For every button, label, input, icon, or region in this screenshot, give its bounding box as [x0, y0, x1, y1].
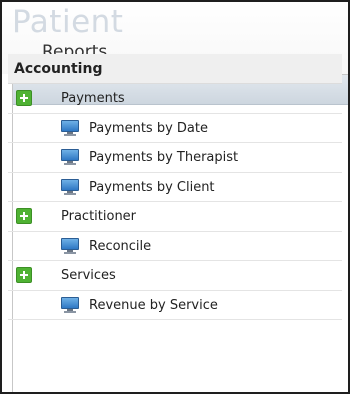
monitor-icon — [61, 296, 79, 313]
monitor-icon — [61, 178, 79, 195]
report-item-revenue-by-service[interactable]: Revenue by Service — [8, 291, 342, 320]
group-row-practitioner[interactable]: Practitioner — [8, 202, 342, 232]
group-row-payments[interactable]: Payments — [8, 84, 342, 114]
plus-icon[interactable] — [16, 267, 32, 283]
report-link[interactable]: Payments by Therapist — [89, 150, 238, 165]
report-item-payments-by-therapist[interactable]: Payments by Therapist — [8, 143, 342, 173]
report-link[interactable]: Payments by Client — [89, 180, 215, 195]
section-header-accounting: Accounting — [8, 54, 342, 84]
report-item-reconcile[interactable]: Reconcile — [8, 232, 342, 261]
monitor-icon — [61, 119, 79, 136]
monitor-icon — [61, 237, 79, 254]
plus-icon[interactable] — [16, 90, 32, 106]
report-list: Accounting Payments Payments by Date Pay… — [8, 54, 342, 320]
group-label: Payments — [61, 91, 125, 106]
report-link[interactable]: Reconcile — [89, 239, 151, 254]
report-item-payments-by-client[interactable]: Payments by Client — [8, 173, 342, 202]
plus-icon[interactable] — [16, 208, 32, 224]
brand-logo-text: Patient — [12, 4, 124, 40]
report-link[interactable]: Revenue by Service — [89, 298, 218, 313]
report-item-payments-by-date[interactable]: Payments by Date — [8, 114, 342, 143]
group-label: Services — [61, 268, 116, 283]
group-label: Practitioner — [61, 209, 137, 224]
reports-window: Patient Reports Accounting Payments Paym… — [0, 0, 350, 394]
report-link[interactable]: Payments by Date — [89, 121, 208, 136]
monitor-icon — [61, 149, 79, 165]
group-row-services[interactable]: Services — [8, 261, 342, 291]
